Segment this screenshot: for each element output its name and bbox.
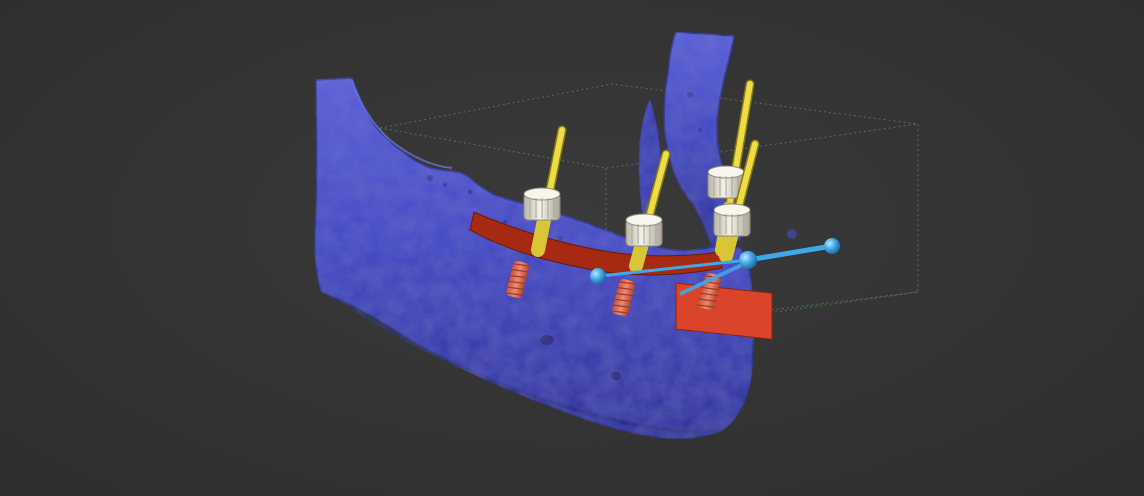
- nerve-marker-handle[interactable]: [739, 251, 757, 269]
- scene-svg[interactable]: [0, 0, 1144, 496]
- nerve-marker-handle[interactable]: [824, 238, 840, 254]
- guide-sleeve[interactable]: [625, 213, 663, 247]
- guide-sleeve[interactable]: [523, 187, 561, 221]
- drill-pin-base: [531, 213, 551, 257]
- nerve-marker-handle[interactable]: [590, 268, 606, 284]
- guide-sleeve[interactable]: [713, 203, 751, 237]
- 3d-viewport[interactable]: [0, 0, 1144, 496]
